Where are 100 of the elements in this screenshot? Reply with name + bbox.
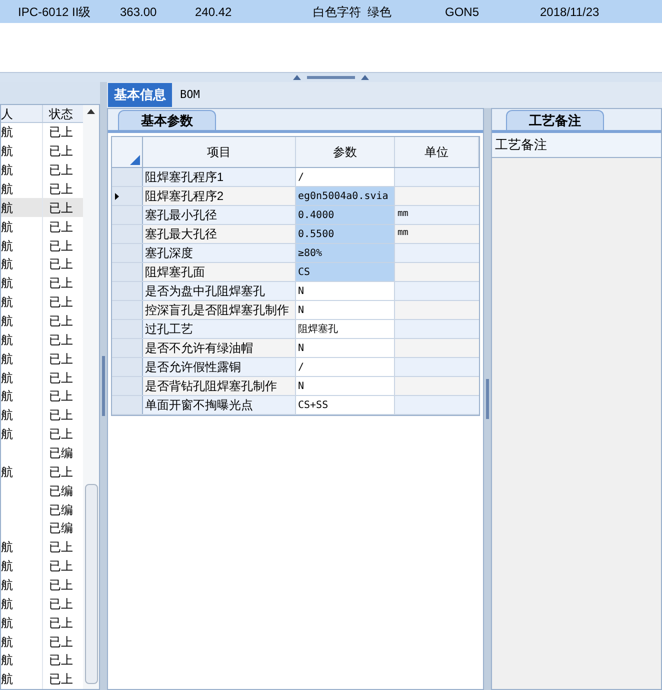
table-cell[interactable]: 阻焊塞孔 (296, 320, 396, 338)
table-cell: 是否允许假性露铜 (142, 358, 296, 376)
table-cell-text: 已上 (48, 294, 73, 312)
table-cell-text: 航 (1, 143, 13, 160)
table-cell-text: 航 (1, 558, 13, 576)
table-cell-text: 已上 (48, 238, 73, 255)
table-cell: 控深盲孔是否阻焊塞孔制作 (142, 301, 296, 319)
table-cell: 是否为盘中孔阻焊塞孔 (142, 282, 296, 300)
row-header[interactable] (112, 187, 143, 205)
table-cell-text: 已上 (48, 124, 73, 142)
table-cell-text: 已上 (48, 370, 73, 387)
column-header[interactable]: 参数 (296, 137, 396, 167)
table-cell-text: 已上 (48, 464, 73, 481)
table-cell-text: 航 (1, 294, 13, 312)
table-cell-text: 航 (1, 162, 13, 180)
table-cell-text: 航 (1, 652, 13, 670)
table-cell-text: 363.00 (120, 4, 158, 20)
table-cell-text: 已上 (48, 181, 73, 198)
table-cell-text: 白色字符 绿色 (312, 4, 393, 20)
splitter-handle[interactable] (484, 108, 491, 690)
column-header[interactable]: 状态 (43, 105, 73, 122)
table-cell-text: 已编 (48, 482, 73, 500)
table-cell-text: 航 (1, 218, 13, 236)
table-cell-text: 已上 (48, 614, 73, 632)
table-cell-text: 航 (1, 539, 13, 556)
table-cell: 是否背钻孔阻焊塞孔制作 (142, 377, 296, 395)
scrollbar[interactable] (83, 105, 99, 689)
table-cell[interactable]: N (296, 282, 396, 300)
table-cell: 阻焊塞孔程序1 (142, 168, 296, 186)
table-cell-text: 航 (1, 614, 13, 632)
table-cell-text: 已上 (48, 275, 73, 292)
table-cell-text: 航 (1, 313, 13, 330)
table-cell: 阻焊塞孔程序2 (142, 187, 296, 205)
table-cell-text: 已上 (48, 313, 73, 330)
table-cell-text: 航 (1, 332, 13, 349)
table-cell: 塞孔深度 (142, 244, 296, 262)
grip-icon (102, 356, 105, 416)
splitter-handle[interactable] (0, 73, 662, 82)
table-cell-text: 已上 (48, 218, 73, 236)
table-cell: mm (395, 225, 479, 243)
panel-tab[interactable]: 基本参数 (118, 110, 216, 130)
table-cell-text: 已上 (48, 652, 73, 670)
table-cell-text: 航 (1, 634, 13, 651)
table-cell-text: 已上 (48, 539, 73, 556)
splitter-handle[interactable] (100, 82, 107, 690)
table-cell: 过孔工艺 (142, 320, 296, 338)
table-cell-text: 航 (1, 464, 13, 481)
list-row[interactable]: 航 已上 (1, 180, 83, 198)
list-row[interactable]: 航 已上 (1, 198, 83, 218)
table-cell-text: 已上 (48, 256, 73, 274)
table-cell-text: 已上 (48, 200, 73, 217)
table-cell-text: 已上 (48, 407, 73, 424)
table-cell: 阻焊塞孔面 (142, 263, 296, 281)
grip-icon (486, 379, 489, 419)
table-cell-text: 已编 (48, 502, 73, 519)
table-cell-text: 已上 (48, 143, 73, 160)
table-cell: mm (395, 206, 479, 224)
table-cell[interactable]: / (296, 168, 396, 186)
table-cell[interactable]: 0.4000 (296, 206, 396, 224)
tab[interactable]: BOM (172, 83, 208, 107)
table-cell[interactable]: N (296, 339, 396, 357)
up-arrow-icon (87, 109, 95, 114)
table-cell-text: 已上 (48, 596, 73, 613)
table-cell-text: GON5 (445, 4, 480, 20)
table-cell-text: 航 (1, 388, 13, 406)
corner-triangle-icon (130, 155, 140, 165)
table-cell[interactable]: / (296, 358, 396, 376)
table-cell-text: 航 (1, 577, 13, 594)
table-cell-text: 航 (1, 238, 13, 255)
table-cell: 是否不允许有绿油帽 (142, 339, 296, 357)
table-cell[interactable]: CS (296, 263, 396, 281)
table-cell[interactable]: eg0n5004a0.svia (296, 187, 396, 205)
table-cell-text: 航 (1, 275, 13, 292)
table-cell-text: 航 (1, 370, 13, 387)
table-cell-text: 航 (1, 407, 13, 424)
column-header[interactable]: 单位 (395, 137, 480, 167)
table-cell[interactable]: CS+SS (296, 396, 396, 414)
tab[interactable]: 基本信息 (108, 83, 172, 107)
table-cell-text: 已上 (48, 558, 73, 576)
table-cell-text: 已上 (48, 634, 73, 651)
table-cell-text: 已上 (48, 350, 73, 368)
column-header[interactable]: 人 (1, 105, 43, 122)
table-cell: 塞孔最大孔径 (142, 225, 296, 243)
table-cell-text: 航 (1, 426, 13, 444)
table-cell-text: 已上 (48, 577, 73, 594)
table-cell-text: 已上 (48, 332, 73, 349)
up-arrow-icon (361, 75, 369, 80)
table-cell[interactable]: 0.5500 (296, 225, 396, 243)
table-row[interactable]: IPC-6012 II级 363.00 240.42 白色字符 绿色 GON5 2018/11/23 (0, 0, 662, 23)
table-cell-text: 2018/11/23 (540, 4, 600, 20)
table-cell-text: 已编 (48, 445, 73, 462)
table-cell-text: 航 (1, 256, 13, 274)
panel-tab[interactable]: 工艺备注 (506, 110, 604, 130)
column-header[interactable]: 项目 (142, 137, 296, 167)
table-cell[interactable]: N (296, 301, 396, 319)
table-cell[interactable]: ≥80% (296, 244, 396, 262)
table-cell[interactable]: N (296, 377, 396, 395)
table-cell-text: 已上 (48, 671, 73, 688)
table-cell-text: 航 (1, 350, 13, 368)
table-cell-text: 航 (1, 181, 13, 198)
